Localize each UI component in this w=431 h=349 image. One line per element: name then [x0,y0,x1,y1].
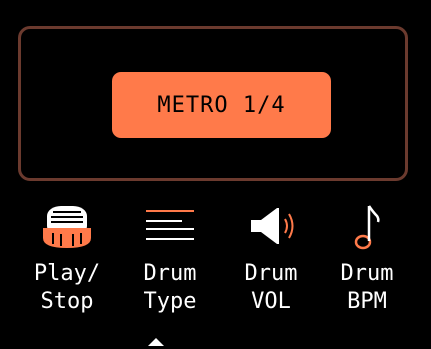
drum-vol-label: Drum VOL [244,261,298,314]
selection-indicator-arrow [148,338,164,346]
lines-icon [120,202,220,250]
play-stop-button[interactable]: Play/ Stop [17,196,117,349]
drum-bpm-button[interactable]: Drum BPM [317,196,417,349]
metronome-mode-button[interactable]: METRO 1/4 [112,72,331,138]
drum-volume-button[interactable]: Drum VOL [221,196,321,349]
bottom-toolbar: Play/ Stop Drum Type Drum VOL Drum BPM [0,196,431,349]
drum-type-button[interactable]: Drum Type [120,196,220,349]
note-icon [317,202,417,250]
drum-icon [17,202,117,250]
drum-type-label: Drum Type [143,261,197,314]
play-stop-label: Play/ Stop [33,261,101,314]
speaker-icon [221,202,321,250]
drum-bpm-label: Drum BPM [340,261,394,314]
mode-label: METRO 1/4 [157,92,286,118]
